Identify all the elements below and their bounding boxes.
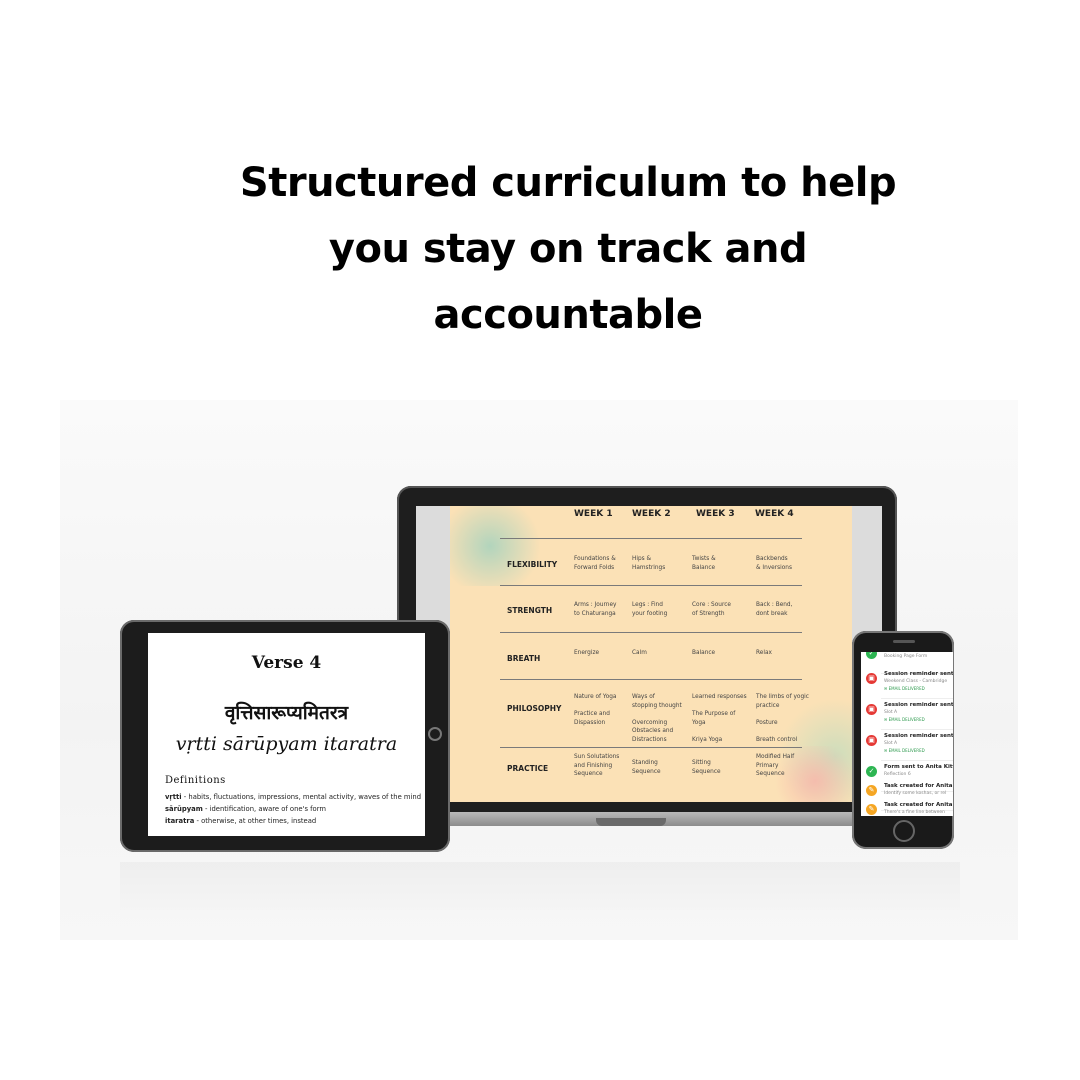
notification-item[interactable]: ▣ Session reminder sent to Weekend Class -… <box>861 669 953 699</box>
table-divider <box>500 632 802 633</box>
definition-line: itaratra - otherwise, at other times, in… <box>165 817 317 825</box>
notification-subtitle: Booking Page Form <box>884 654 928 659</box>
table-cell: Relax <box>756 650 772 656</box>
table-cell: Foundations & Forward Folds <box>574 556 616 571</box>
notification-status: ✉ EMAIL DELIVERED <box>884 748 925 753</box>
table-cell: Learned responses The Purpose of Yoga Kr… <box>692 694 747 743</box>
verse-sanskrit: वृत्तिसारूप्यमितरत्र <box>224 702 349 724</box>
device-reflection <box>120 862 960 922</box>
notification-subtitle: Identify some koshas, or rel <box>884 791 947 796</box>
notification-title: Session reminder sent to <box>884 733 953 739</box>
laptop-screen: WEEK 1 WEEK 2 WEEK 3 WEEK 4 FLEXIBILITY Found… <box>416 506 882 802</box>
row-label: FLEXIBILITY <box>507 560 558 569</box>
table-cell: Calm <box>632 650 647 656</box>
table-cell: Nature of Yoga Practice and Dispassion <box>574 694 617 726</box>
notification-status: ✉ EMAIL DELIVERED <box>884 686 925 691</box>
table-cell: Ways of stopping thought Overcoming Obst… <box>632 694 682 743</box>
week-header: WEEK 4 <box>755 509 794 519</box>
table-cell: Hips & Hamstrings <box>632 556 666 571</box>
table-cell: Energize <box>574 650 600 656</box>
calendar-icon: ▣ <box>866 735 877 746</box>
table-cell: Back : Bend, dont break <box>756 602 793 617</box>
definitions-title: Definitions <box>165 775 226 786</box>
table-cell: Core : Source of Strength <box>692 602 731 617</box>
notification-item[interactable]: ▣ Session reminder sent to Slot A ✉ EMAIL D… <box>861 700 953 730</box>
form-icon: ✓ <box>866 652 877 659</box>
verse-title: Verse 4 <box>251 653 322 673</box>
table-divider <box>500 747 802 748</box>
notification-title: Session reminder sent to <box>884 702 953 708</box>
table-cell: Standing Sequence <box>632 760 661 775</box>
tablet-screen: Verse 4 वृत्तिसारूप्यमितरत्र vṛtti sārūp… <box>148 633 425 836</box>
table-cell: Sun Solutations and Finishing Sequence <box>574 754 620 777</box>
notification-subtitle: Slot A <box>884 741 898 746</box>
definition-line: vṛtti - habits, fluctuations, impression… <box>165 793 422 801</box>
row-label: PRACTICE <box>507 764 549 773</box>
notification-title: Session reminder sent to <box>884 671 953 677</box>
notification-title: Form sent to Anita Kittery <box>884 764 953 770</box>
table-cell: Twists & Balance <box>692 556 716 571</box>
week-header: WEEK 2 <box>632 509 671 519</box>
headline-line-3: accountable <box>433 292 703 338</box>
table-divider <box>500 585 802 586</box>
table-cell: Arms : Journey to Chaturanga <box>574 602 617 617</box>
week-header: WEEK 1 <box>574 509 613 519</box>
table-cell: Legs : Find your footing <box>632 602 668 617</box>
table-cell: Backbends & Inversions <box>756 556 792 571</box>
form-icon: ✓ <box>866 766 877 777</box>
definition-line: sārūpyam - identification, aware of one'… <box>165 805 326 813</box>
phone-speaker <box>893 640 915 643</box>
table-cell: Modified Half Primary Sequence <box>756 754 795 777</box>
notification-subtitle: Reflection 6 <box>884 772 911 777</box>
tablet-home-button[interactable] <box>428 727 442 741</box>
calendar-icon: ▣ <box>866 704 877 715</box>
table-cell: Balance <box>692 650 716 656</box>
phone-screen: ✓Form sent to ...Booking Page Form▣Sessi… <box>861 652 953 816</box>
notification-status: ✉ EMAIL DELIVERED <box>884 717 925 722</box>
notification-title: Task created for Anita Kit <box>884 783 953 789</box>
curriculum-table: WEEK 1 WEEK 2 WEEK 3 WEEK 4 FLEXIBILITY Found… <box>450 506 852 802</box>
task-icon: ✎ <box>866 785 877 796</box>
table-cell: Sitting Sequence <box>692 760 721 775</box>
notification-title: Task created for Anita Kit <box>884 802 953 808</box>
row-label: STRENGTH <box>507 606 553 615</box>
calendar-icon: ▣ <box>866 673 877 684</box>
verse-transliteration: vṛtti sārūpyam itaratra <box>175 733 398 755</box>
notification-subtitle: There's a fine line between <box>884 810 945 815</box>
table-divider <box>500 679 802 680</box>
notification-item[interactable]: ▣ Session reminder sent to Slot A ✉ EMAIL D… <box>861 731 953 761</box>
headline: Structured curriculum to help you stay o… <box>0 150 1080 348</box>
table-divider <box>500 538 802 539</box>
row-label: BREATH <box>507 654 541 663</box>
notification-subtitle: Weekend Class - Cambridge <box>884 679 948 684</box>
phone-home-button[interactable] <box>893 820 915 842</box>
headline-line-2: you stay on track and <box>328 226 808 272</box>
row-label: PHILOSOPHY <box>507 704 562 713</box>
task-icon: ✎ <box>866 804 877 815</box>
notification-subtitle: Slot A <box>884 710 898 715</box>
week-header: WEEK 3 <box>696 509 735 519</box>
headline-line-1: Structured curriculum to help <box>239 160 897 206</box>
notification-item[interactable]: ✎ Task created for Anita Kit There's a fin… <box>861 800 953 816</box>
laptop-notch <box>596 818 666 826</box>
table-cell: The limbs of yogic practice Posture Brea… <box>756 694 809 743</box>
